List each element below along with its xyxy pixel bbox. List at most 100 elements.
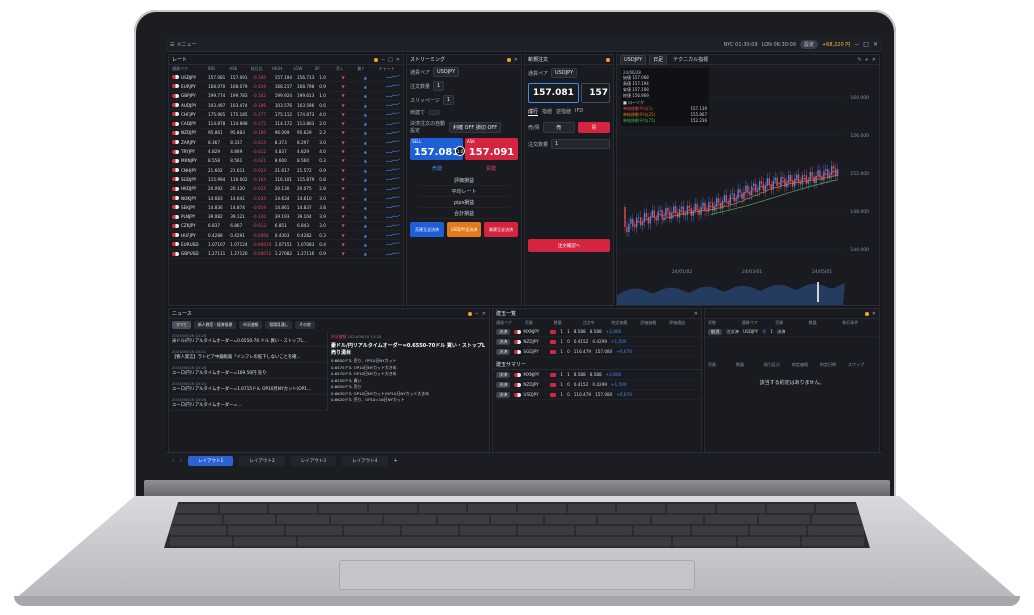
menu-button[interactable]: ☰ メニュー (170, 41, 197, 49)
minimize-icon[interactable]: − (854, 41, 859, 48)
rate-ask[interactable]: 8.561 (230, 158, 252, 163)
prev-icon[interactable]: ‹ (172, 458, 174, 464)
rate-row[interactable]: MXNJPY 8.558 8.561 -0.021 8.600 8.560 0.3 ▼ ▲ (169, 157, 403, 166)
order-type-tab[interactable]: IFD (575, 108, 583, 116)
orders-column-header[interactable]: 執行条件 (842, 320, 876, 326)
sell-toggle[interactable]: 売 (542, 122, 575, 133)
timeframe-select[interactable]: 日足 (649, 55, 668, 65)
settle-sell-all-button[interactable]: 売建玉全決済 (410, 222, 444, 237)
settle-button[interactable]: 決済 (496, 348, 511, 355)
rate-ask[interactable]: 8.337 (230, 140, 252, 145)
position-row[interactable]: 決済 USDJPY 1 0 116.479 157.080 +6,670 (493, 390, 701, 400)
positions-column-header[interactable]: 注文中 (583, 320, 612, 326)
hedge-toggle[interactable] (428, 110, 441, 115)
rate-row[interactable]: CNHJPY 21.602 21.611 -0.024 21.617 21.572 0.9 ▼… (169, 166, 403, 176)
rate-ask[interactable]: 1.27120 (230, 251, 252, 256)
settle-button[interactable]: 決済 (496, 371, 511, 378)
rate-row[interactable]: GBPUSD 1.27111 1.27120 -0.00072 1.27082 1.271… (169, 250, 403, 259)
rate-bid[interactable]: 8.558 (208, 158, 230, 163)
settings-pill[interactable]: 設定 (799, 40, 818, 49)
news-list-item[interactable]: 2024/06/18 14:08 ユーロ/円リアルタイムオーダー=... (169, 395, 327, 411)
rate-row[interactable]: GBPJPY 199.774 199.783 -0.182 199.924 199.613… (169, 92, 403, 101)
news-list-item[interactable]: 2024/06/18 14:18 ユーロ/円リアルタイムオーダー=169.50円 … (169, 363, 327, 379)
rate-row[interactable]: CADJPY 114.878 114.898 -0.172 114.172 113.863… (169, 119, 403, 129)
rate-row[interactable]: CHFJPY 175.965 175.185 -0.277 175.112 174.873… (169, 110, 403, 120)
position-row[interactable]: 決済 SGDJPY 1 0 116.479 157.080 +6,670 (493, 347, 701, 357)
rate-row[interactable]: HUFJPY 0.4288 0.4291 -0.0004 0.4303 0.4282 0.3… (169, 231, 403, 241)
rates-column-header[interactable]: 通貨ペア (172, 66, 208, 72)
position-row[interactable]: 決済 NZDJPY 1 0 0.4152 0.4299 +1,500 (493, 337, 701, 347)
rate-row[interactable]: NOKJPY 14.683 14.641 -0.034 14.634 14.610 3.0 ▼… (169, 194, 403, 204)
rate-ask[interactable]: 95.883 (230, 130, 252, 135)
rate-row[interactable]: EURUSD 1.07107 1.07124 -0.00074 1.07151 1.070… (169, 240, 403, 250)
position-row[interactable]: 決済 NZDJPY 1 0 0.4152 0.4299 +1,500 (493, 380, 701, 390)
rate-ask[interactable]: 6.867 (230, 223, 252, 228)
news-tab[interactable]: すべて (172, 321, 191, 329)
pair-select[interactable]: USDJPY (433, 67, 460, 77)
rates-column-header[interactable]: HIGH (272, 66, 293, 72)
news-tab[interactable]: その他 (295, 321, 315, 329)
executions-column-header[interactable]: 数量 (736, 362, 764, 368)
rate-bid[interactable]: 103.497 (208, 103, 230, 108)
order-confirm-button[interactable]: 注文確認へ (528, 239, 610, 252)
close-icon[interactable]: ✕ (873, 41, 878, 48)
minimize-icon[interactable]: − (475, 311, 479, 317)
executions-column-header[interactable]: 取引区分 (764, 362, 792, 368)
orders-column-header[interactable]: 状態 (708, 320, 742, 326)
positions-column-header[interactable]: 通貨ペア (496, 320, 525, 326)
order-ask-button[interactable]: 157 (580, 83, 610, 103)
order-type-tab[interactable]: 成行 (528, 108, 539, 116)
rate-ask[interactable]: 0.4291 (230, 233, 252, 238)
position-row[interactable]: 決済 MXNJPY 1 1 8.588 8.588 +2,800 (493, 370, 701, 380)
news-list-item[interactable]: 2024/06/18 14:14 ユーロ/円リアルタイムオーダー=1.0715ドル… (169, 379, 327, 395)
orders-column-header[interactable]: 数量 (809, 320, 843, 326)
rate-ask[interactable]: 4.869 (230, 149, 252, 154)
close-icon[interactable]: ✕ (396, 57, 400, 63)
executions-column-header[interactable]: スワップ (848, 362, 876, 368)
close-icon[interactable]: ✕ (872, 311, 876, 317)
rate-bid[interactable]: 0.4288 (208, 233, 230, 238)
slippage-input[interactable]: 1 (442, 95, 455, 105)
news-tab[interactable]: 新人教室・経済指標 (193, 321, 237, 329)
rate-row[interactable]: NZDJPY 95.861 95.883 -0.180 96.069 95.629 2.2 ▼… (169, 129, 403, 139)
cancel-button[interactable]: 取消 (708, 328, 723, 335)
rate-bid[interactable]: 14.836 (208, 205, 230, 210)
close-icon[interactable]: ✕ (694, 311, 698, 317)
news-tab[interactable]: 相場見通し (265, 321, 293, 329)
rate-bid[interactable]: 6.837 (208, 223, 230, 228)
executions-column-header[interactable]: 約定日時 (820, 362, 848, 368)
orders-column-header[interactable]: 売買 (775, 320, 809, 326)
rate-row[interactable]: SEKJPY 14.836 14.874 -0.019 14.861 14.837 3.8 ▼… (169, 203, 403, 213)
executions-column-header[interactable]: 売買 (708, 362, 736, 368)
rate-ask[interactable]: 21.611 (230, 168, 252, 173)
rate-ask[interactable]: 157.091 (230, 75, 252, 80)
settle-buy-all-button[interactable]: 買建玉全決済 (484, 222, 518, 237)
rate-ask[interactable]: 39.121 (230, 214, 252, 219)
positions-column-header[interactable]: 評価価格 (640, 320, 669, 326)
rates-column-header[interactable]: 前日比 (251, 66, 272, 72)
layout-tab-4[interactable]: レイアウト4 (342, 455, 388, 466)
positions-column-header[interactable]: 売買 (525, 320, 554, 326)
rate-row[interactable]: AUDJPY 103.497 103.474 -0.186 103.576 103.596… (169, 101, 403, 111)
position-row[interactable]: 決済 MXNJPY 1 1 8.588 8.588 +2,800 (493, 327, 701, 337)
rates-column-header[interactable]: ASK (229, 66, 250, 72)
rate-ask[interactable]: 14.874 (230, 205, 252, 210)
rate-bid[interactable]: 115.994 (208, 177, 230, 182)
rate-ask[interactable]: 199.783 (230, 93, 252, 98)
rates-column-header[interactable]: 買↑ (357, 66, 378, 72)
executions-column-header[interactable]: 約定価格 (792, 362, 820, 368)
rate-ask[interactable]: 116.002 (230, 177, 252, 182)
rate-bid[interactable]: 20.092 (208, 186, 230, 191)
minimize-icon[interactable]: − (381, 57, 385, 63)
rate-bid[interactable]: 14.683 (208, 196, 230, 201)
indicator-button[interactable]: テクニカル指標 (673, 56, 708, 63)
positions-column-header[interactable]: 評価損益 (669, 320, 698, 326)
positions-column-header[interactable]: 約定価格 (611, 320, 640, 326)
rate-bid[interactable]: 1.27111 (208, 251, 230, 256)
order-type-tab[interactable]: 指値 (542, 108, 552, 116)
settle-button[interactable]: 決済 (496, 338, 511, 345)
rate-bid[interactable]: 8.367 (208, 140, 230, 145)
rate-bid[interactable]: 114.878 (208, 121, 230, 126)
close-icon[interactable]: ✕ (872, 57, 876, 63)
news-tab[interactable]: 市況速報 (239, 321, 263, 329)
